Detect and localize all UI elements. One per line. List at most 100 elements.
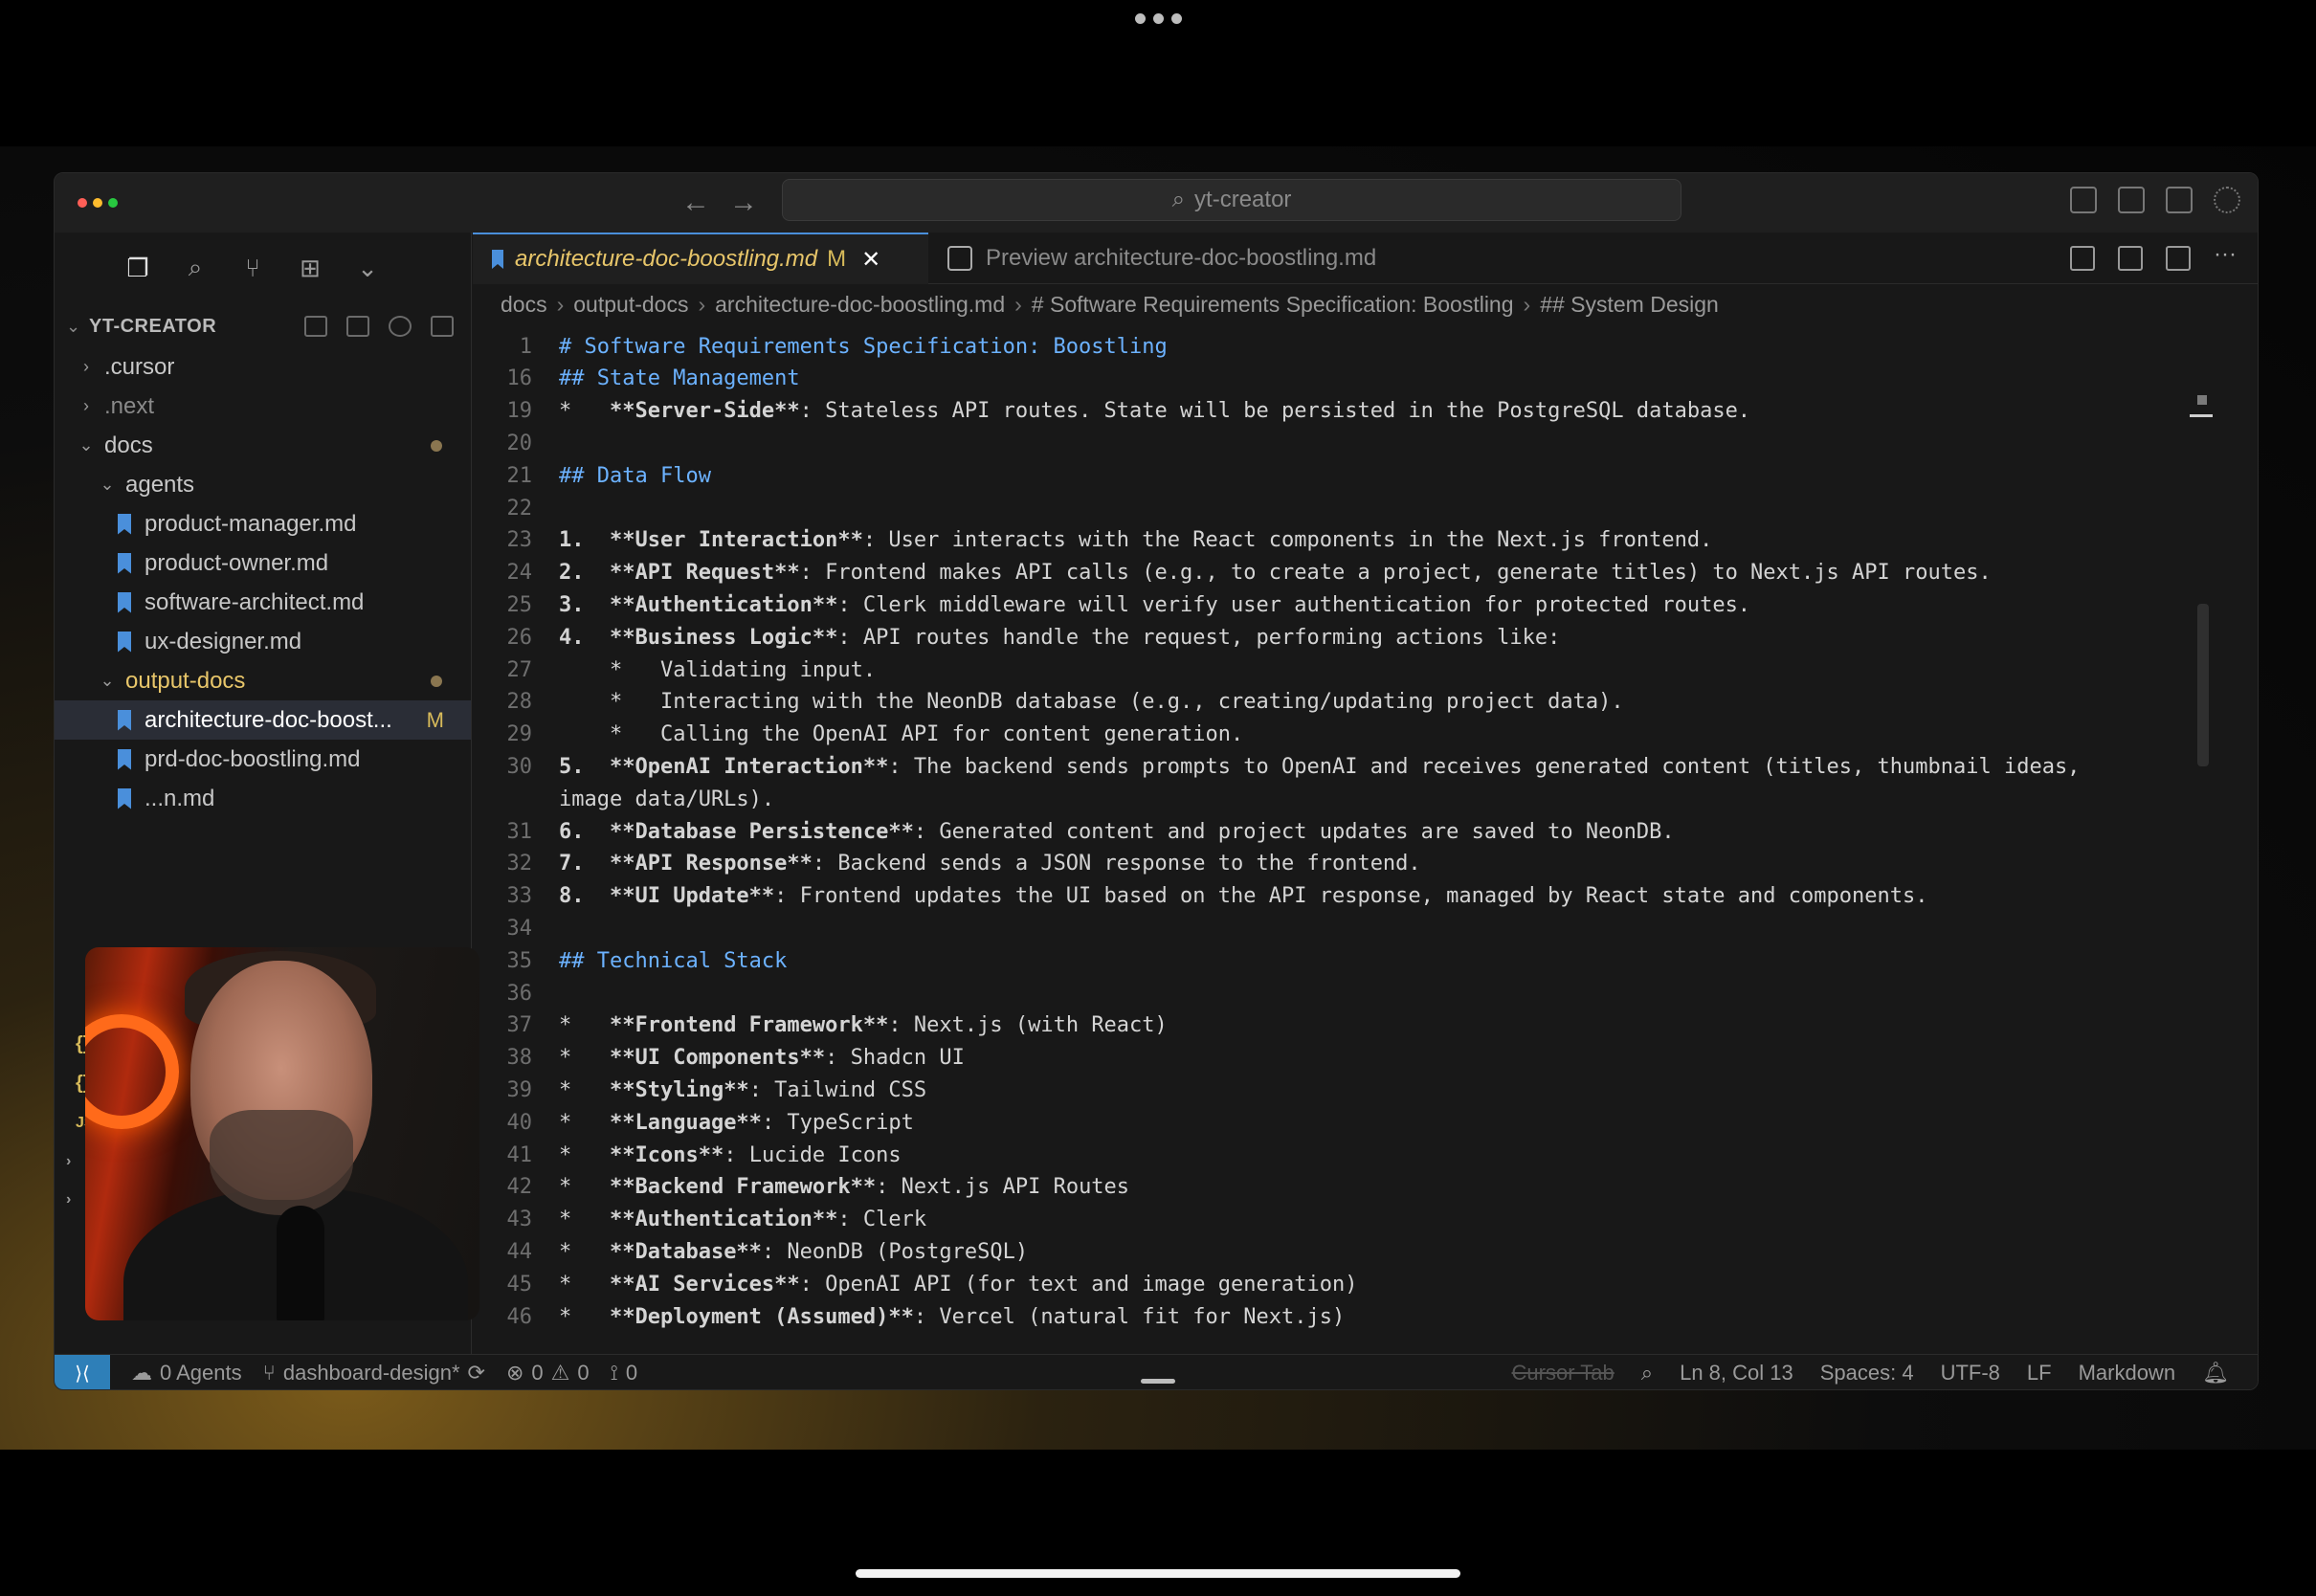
tab-preview[interactable]: Preview architecture-doc-boostling.md [928, 233, 1395, 284]
indentation[interactable]: Spaces: 4 [1820, 1361, 1914, 1385]
folder-item[interactable]: › .next [55, 387, 471, 426]
file-item[interactable]: product-owner.md [55, 543, 471, 583]
code-token: **Database Persistence** [609, 819, 914, 844]
branch-status[interactable]: ⑂ dashboard-design* ⟳ [263, 1361, 485, 1385]
file-label: docs [104, 432, 153, 458]
tab-architecture-doc[interactable]: architecture-doc-boostling.md M ✕ [473, 233, 928, 284]
language-mode[interactable]: Markdown [2079, 1361, 2175, 1385]
code-token: **User Interaction** [609, 528, 863, 553]
chevron-down-icon[interactable]: ⌄ [351, 252, 384, 284]
file-item[interactable]: product-manager.md [55, 504, 471, 543]
scrollbar[interactable] [2197, 604, 2209, 766]
compare-changes-icon[interactable] [2118, 246, 2143, 271]
file-item[interactable]: architecture-doc-boost... M [55, 700, 471, 740]
toggle-panel-icon[interactable] [2118, 187, 2145, 213]
breadcrumb-item[interactable]: architecture-doc-boostling.md [715, 292, 1005, 318]
folder-item[interactable]: ⌄ docs [55, 426, 471, 465]
code-editor[interactable]: 1 # Software Requirements Specification: … [473, 326, 2215, 1354]
code-token: : Stateless API routes. State will be pe… [799, 399, 1751, 424]
breadcrumb-item[interactable]: # Software Requirements Specification: B… [1032, 292, 1514, 318]
source-control-icon[interactable]: ⑂ [236, 252, 269, 284]
toggle-secondary-sidebar-icon[interactable] [2166, 187, 2193, 213]
breadcrumb: docs › output-docs › architecture-doc-boostl… [501, 292, 1719, 318]
explorer-header[interactable]: ⌄ YT-CREATOR [55, 309, 471, 344]
modified-badge: M [827, 246, 847, 272]
breadcrumb-item[interactable]: output-docs [573, 292, 688, 318]
cursor-position[interactable]: Ln 8, Col 13 [1680, 1361, 1793, 1385]
file-item[interactable]: software-architect.md [55, 583, 471, 622]
window-dots[interactable] [1135, 13, 1182, 24]
error-icon: ⊗ [505, 1361, 524, 1385]
zoom-icon[interactable]: ⌕ [1641, 1361, 1653, 1385]
refresh-icon[interactable] [389, 316, 412, 337]
drag-handle[interactable] [1141, 1379, 1175, 1384]
close-icon[interactable]: ✕ [861, 246, 880, 274]
code-token: * [559, 1110, 610, 1135]
status-bar: ⟩⟨ ☁ 0 Agents ⑂ dashboard-design* ⟳ ⊗ 0 ⚠ 0 ⟟ 0… [55, 1354, 2258, 1389]
ports-status[interactable]: ⟟ 0 [611, 1361, 637, 1385]
code-line: 22 [473, 492, 559, 524]
code-token: : User interacts with the React componen… [862, 528, 1713, 553]
file-label: product-manager.md [145, 510, 357, 537]
preview-icon [947, 246, 972, 271]
breadcrumb-item[interactable]: docs [501, 292, 547, 318]
split-editor-icon[interactable] [2166, 246, 2191, 271]
folder-item[interactable]: ⌄ output-docs [55, 661, 471, 700]
code-token: : Frontend updates the UI based on the A… [774, 884, 1928, 909]
more-actions-icon[interactable]: ··· [2214, 243, 2238, 271]
encoding[interactable]: UTF-8 [1941, 1361, 2000, 1385]
new-file-icon[interactable] [304, 316, 327, 337]
line-ending[interactable]: LF [2027, 1361, 2052, 1385]
search-icon[interactable]: ⌕ [179, 252, 212, 284]
toggle-sidebar-icon[interactable] [2070, 187, 2097, 213]
line-number: 23 [506, 528, 533, 553]
line-number: 41 [506, 1142, 533, 1167]
agents-status[interactable]: ☁ 0 Agents [131, 1361, 242, 1385]
bell-icon[interactable]: 🔔︎ [2202, 1361, 2229, 1385]
code-token: * [559, 1142, 610, 1167]
line-number: 35 [506, 948, 533, 973]
line-number: 39 [506, 1077, 533, 1102]
folder-item[interactable]: ⌄ agents [55, 465, 471, 504]
collapse-all-icon[interactable] [431, 316, 454, 337]
ports-icon: ⟟ [610, 1361, 618, 1385]
open-preview-icon[interactable] [2070, 246, 2095, 271]
line-number: 22 [506, 496, 533, 521]
line-number: 46 [506, 1304, 533, 1329]
code-token: : Frontend makes API calls (e.g., to cre… [799, 561, 1992, 586]
cursor-tab-status[interactable]: Cursor Tab [1512, 1361, 1615, 1385]
code-line: 43 * **Authentication**: Clerk [473, 1204, 927, 1236]
forward-arrow-icon[interactable]: → [728, 187, 759, 219]
folder-item[interactable]: › .cursor [55, 347, 471, 387]
code-token: **API Response** [609, 852, 813, 876]
code-token: : Generated content and project updates … [913, 819, 1675, 844]
code-token: 6. [559, 819, 610, 844]
zoom-window-button[interactable] [108, 198, 118, 208]
command-center-search[interactable]: ⌕ yt-creator [782, 179, 1681, 221]
home-indicator[interactable] [856, 1569, 1460, 1578]
line-number: 38 [506, 1046, 533, 1071]
cloud-icon: ☁ [131, 1361, 152, 1385]
file-label: agents [125, 471, 195, 498]
markdown-icon [118, 513, 131, 535]
file-item[interactable]: ...n.md [55, 779, 471, 818]
gear-icon[interactable] [2214, 187, 2240, 213]
file-label: .next [104, 392, 155, 419]
close-window-button[interactable] [78, 198, 87, 208]
file-item[interactable]: prd-doc-boostling.md [55, 740, 471, 779]
tab-label: Preview architecture-doc-boostling.md [986, 245, 1377, 271]
minimize-window-button[interactable] [93, 198, 102, 208]
new-folder-icon[interactable] [346, 316, 369, 337]
code-token: Validating input. [659, 657, 877, 682]
problems-status[interactable]: ⊗ 0 ⚠ 0 [506, 1361, 590, 1385]
remote-icon[interactable]: ⟩⟨ [55, 1354, 110, 1389]
breadcrumb-item[interactable]: ## System Design [1540, 292, 1719, 318]
extensions-icon[interactable]: ⊞ [294, 252, 326, 284]
explorer-actions [304, 316, 454, 337]
back-arrow-icon[interactable]: ← [680, 187, 711, 219]
editor-window: ← → ⌕ yt-creator ❐ ⌕ ⑂ ⊞ ⌄ ⌄ YT-CREATOR [54, 172, 2259, 1390]
explorer-icon[interactable]: ❐ [122, 252, 154, 284]
tab-label: architecture-doc-boostling.md [515, 246, 818, 272]
code-line: 1 # Software Requirements Specification: … [473, 330, 1168, 363]
file-item[interactable]: ux-designer.md [55, 622, 471, 661]
